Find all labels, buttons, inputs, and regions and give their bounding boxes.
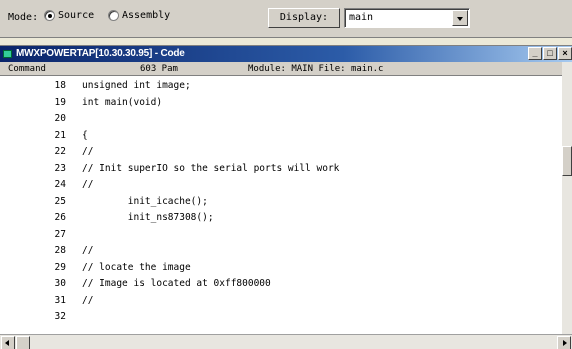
mode-label: Mode: bbox=[8, 12, 39, 23]
mode-source-radio[interactable]: Source bbox=[44, 10, 94, 21]
line-number: 24 bbox=[54, 179, 66, 190]
code-text: { bbox=[82, 129, 88, 141]
line-number: 31 bbox=[54, 294, 66, 306]
code-window: MWXPOWERTAP[10.30.30.95] - Code _ □ × Co… bbox=[0, 45, 572, 349]
display-button[interactable]: Display: bbox=[268, 8, 340, 28]
code-text: // bbox=[82, 179, 94, 190]
mode-assembly-radio[interactable]: Assembly bbox=[108, 10, 170, 21]
radio-dot-icon bbox=[44, 10, 55, 21]
code-text: // bbox=[82, 245, 94, 256]
close-button[interactable]: × bbox=[558, 47, 572, 60]
minimize-button[interactable]: _ bbox=[528, 47, 542, 60]
line-number: 32 bbox=[54, 311, 66, 322]
vertical-scroll-thumb[interactable] bbox=[562, 146, 572, 176]
code-text: init_icache(); bbox=[82, 195, 208, 207]
mode-source-label: Source bbox=[58, 10, 95, 21]
display-select-value: main bbox=[349, 12, 374, 23]
line-number: 23 bbox=[54, 162, 66, 174]
position-label: 603 Pam bbox=[140, 64, 178, 74]
scroll-left-icon[interactable] bbox=[1, 336, 15, 349]
mode-assembly-label: Assembly bbox=[122, 10, 171, 21]
code-text: // locate the image bbox=[82, 261, 191, 273]
command-label: Command bbox=[8, 64, 46, 74]
chevron-down-icon[interactable] bbox=[452, 10, 468, 26]
line-number: 25 bbox=[54, 195, 66, 207]
line-number: 30 bbox=[54, 278, 66, 289]
code-view[interactable]: 18 unsigned int image; 19 int main(void) 20 2… bbox=[0, 76, 562, 334]
line-number: 21 bbox=[54, 129, 66, 141]
line-number: 28 bbox=[54, 245, 66, 256]
vertical-scrollbar[interactable] bbox=[562, 62, 572, 334]
module-file-label: Module: MAIN File: main.c bbox=[248, 64, 384, 74]
line-number: 29 bbox=[54, 261, 66, 273]
code-text: unsigned int image; bbox=[82, 80, 191, 91]
code-text: // Image is located at 0xff800000 bbox=[82, 278, 271, 289]
code-text: init_ns87308(); bbox=[82, 212, 214, 223]
code-text: // Init superIO so the serial ports will… bbox=[82, 162, 340, 174]
app-icon bbox=[3, 50, 12, 58]
maximize-button[interactable]: □ bbox=[543, 47, 557, 60]
horizontal-scrollbar[interactable] bbox=[0, 334, 572, 349]
line-number: 22 bbox=[54, 146, 66, 157]
line-number: 19 bbox=[54, 96, 66, 108]
code-text: int main(void) bbox=[82, 96, 163, 108]
code-text: // bbox=[82, 294, 94, 306]
line-number: 18 bbox=[54, 80, 66, 91]
radio-dot-icon bbox=[108, 10, 119, 21]
line-number: 20 bbox=[54, 113, 66, 124]
line-number: 26 bbox=[54, 212, 66, 223]
line-number: 27 bbox=[54, 228, 66, 240]
display-select[interactable]: main bbox=[344, 8, 470, 28]
window-title: MWXPOWERTAP[10.30.30.95] - Code bbox=[16, 48, 185, 59]
code-text: // bbox=[82, 146, 94, 157]
window-titlebar[interactable]: MWXPOWERTAP[10.30.30.95] - Code _ □ × bbox=[0, 46, 572, 62]
horizontal-scroll-thumb[interactable] bbox=[16, 336, 30, 349]
info-bar: Command 603 Pam Module: MAIN File: main.… bbox=[0, 62, 572, 76]
mode-toolbar: Mode: Source Assembly Display: main bbox=[0, 0, 572, 38]
scroll-right-icon[interactable] bbox=[557, 336, 571, 349]
